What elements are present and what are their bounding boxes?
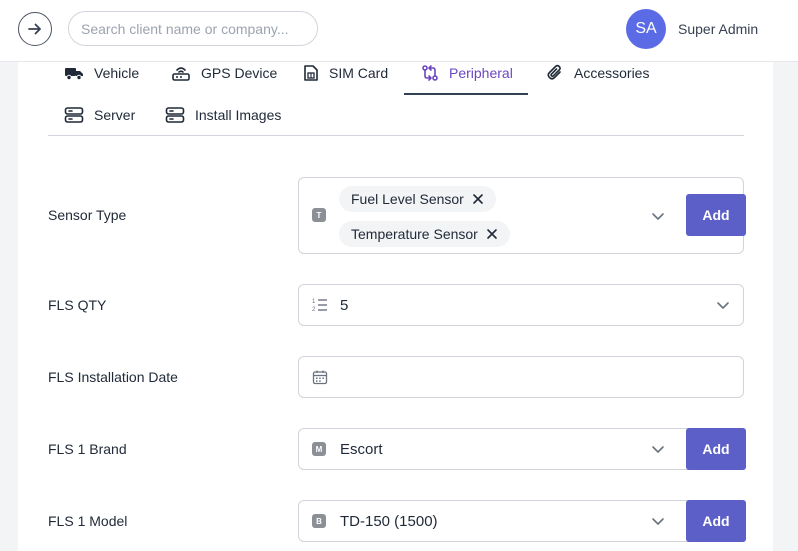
tab-vehicle[interactable]: Vehicle <box>64 56 139 90</box>
chip-label: Fuel Level Sensor <box>351 191 464 207</box>
tabs-divider <box>48 135 744 136</box>
fls-qty-select[interactable]: 1 2 5 <box>298 284 744 326</box>
tab-label: Install Images <box>195 107 282 123</box>
arrow-right-icon <box>28 23 41 35</box>
back-arrow-button[interactable] <box>18 12 52 46</box>
truck-icon <box>65 68 83 81</box>
list-ordered-icon: 1 2 <box>312 299 327 313</box>
tab-accessories[interactable]: Accessories <box>546 56 649 90</box>
fls-1-model-select[interactable]: B TD-150 (1500) <box>298 500 744 542</box>
avatar[interactable]: SA <box>626 9 666 49</box>
chip-fuel-level-sensor: Fuel Level Sensor <box>339 186 496 212</box>
sensor-type-label: Sensor Type <box>48 207 127 223</box>
fls-1-brand-value: Escort <box>340 441 383 458</box>
tab-label: Vehicle <box>94 65 140 81</box>
top-bar: SA Super Admin <box>0 0 798 62</box>
server-icon <box>64 107 84 123</box>
active-tab-indicator <box>404 93 528 95</box>
tab-sim-card[interactable]: SIM Card <box>303 56 388 90</box>
chevron-down-icon[interactable] <box>651 442 665 456</box>
fls-qty-value: 5 <box>340 297 349 314</box>
tab-label: SIM Card <box>329 65 389 81</box>
chip-temperature-sensor: Temperature Sensor <box>339 221 510 247</box>
fls-qty-label: FLS QTY <box>48 297 107 313</box>
user-name[interactable]: Super Admin <box>678 21 758 37</box>
fls-1-brand-select[interactable]: M Escort <box>298 428 744 470</box>
chip-label: Temperature Sensor <box>351 226 478 242</box>
svg-text:2: 2 <box>312 307 316 313</box>
git-compare-icon <box>422 65 438 81</box>
calendar-icon <box>312 370 328 385</box>
chevron-down-icon[interactable] <box>716 298 730 312</box>
model-badge-icon: B <box>312 514 326 528</box>
paperclip-icon <box>547 64 561 80</box>
type-badge-icon: T <box>312 208 326 222</box>
tab-label: Accessories <box>574 65 650 81</box>
close-icon[interactable] <box>486 228 498 240</box>
brand-badge-icon: M <box>312 442 326 456</box>
sensor-type-multiselect[interactable]: T Fuel Level Sensor Temperature Sensor <box>298 177 744 254</box>
chevron-down-icon[interactable] <box>651 209 665 223</box>
server-icon <box>165 107 185 123</box>
tab-label: Peripheral <box>449 65 513 81</box>
tab-gps-device[interactable]: GPS Device <box>171 56 277 90</box>
tab-server[interactable]: Server <box>64 98 135 132</box>
add-brand-button[interactable]: Add <box>686 428 746 470</box>
router-icon <box>172 67 190 81</box>
tab-label: GPS Device <box>201 65 278 81</box>
add-sensor-type-button[interactable]: Add <box>686 194 746 236</box>
fls-1-brand-label: FLS 1 Brand <box>48 441 127 457</box>
svg-text:1: 1 <box>312 299 316 305</box>
tab-peripheral[interactable]: Peripheral <box>421 56 513 90</box>
tab-install-images[interactable]: Install Images <box>165 98 281 132</box>
close-icon[interactable] <box>472 193 484 205</box>
fls-1-model-value: TD-150 (1500) <box>340 513 438 530</box>
chevron-down-icon[interactable] <box>651 514 665 528</box>
search-input[interactable] <box>68 11 318 46</box>
add-model-button[interactable]: Add <box>686 500 746 542</box>
tab-label: Server <box>94 107 136 123</box>
fls-installation-date-label: FLS Installation Date <box>48 369 178 385</box>
fls-installation-date-input[interactable] <box>298 356 744 398</box>
sim-card-icon <box>304 65 318 81</box>
fls-1-model-label: FLS 1 Model <box>48 513 128 529</box>
